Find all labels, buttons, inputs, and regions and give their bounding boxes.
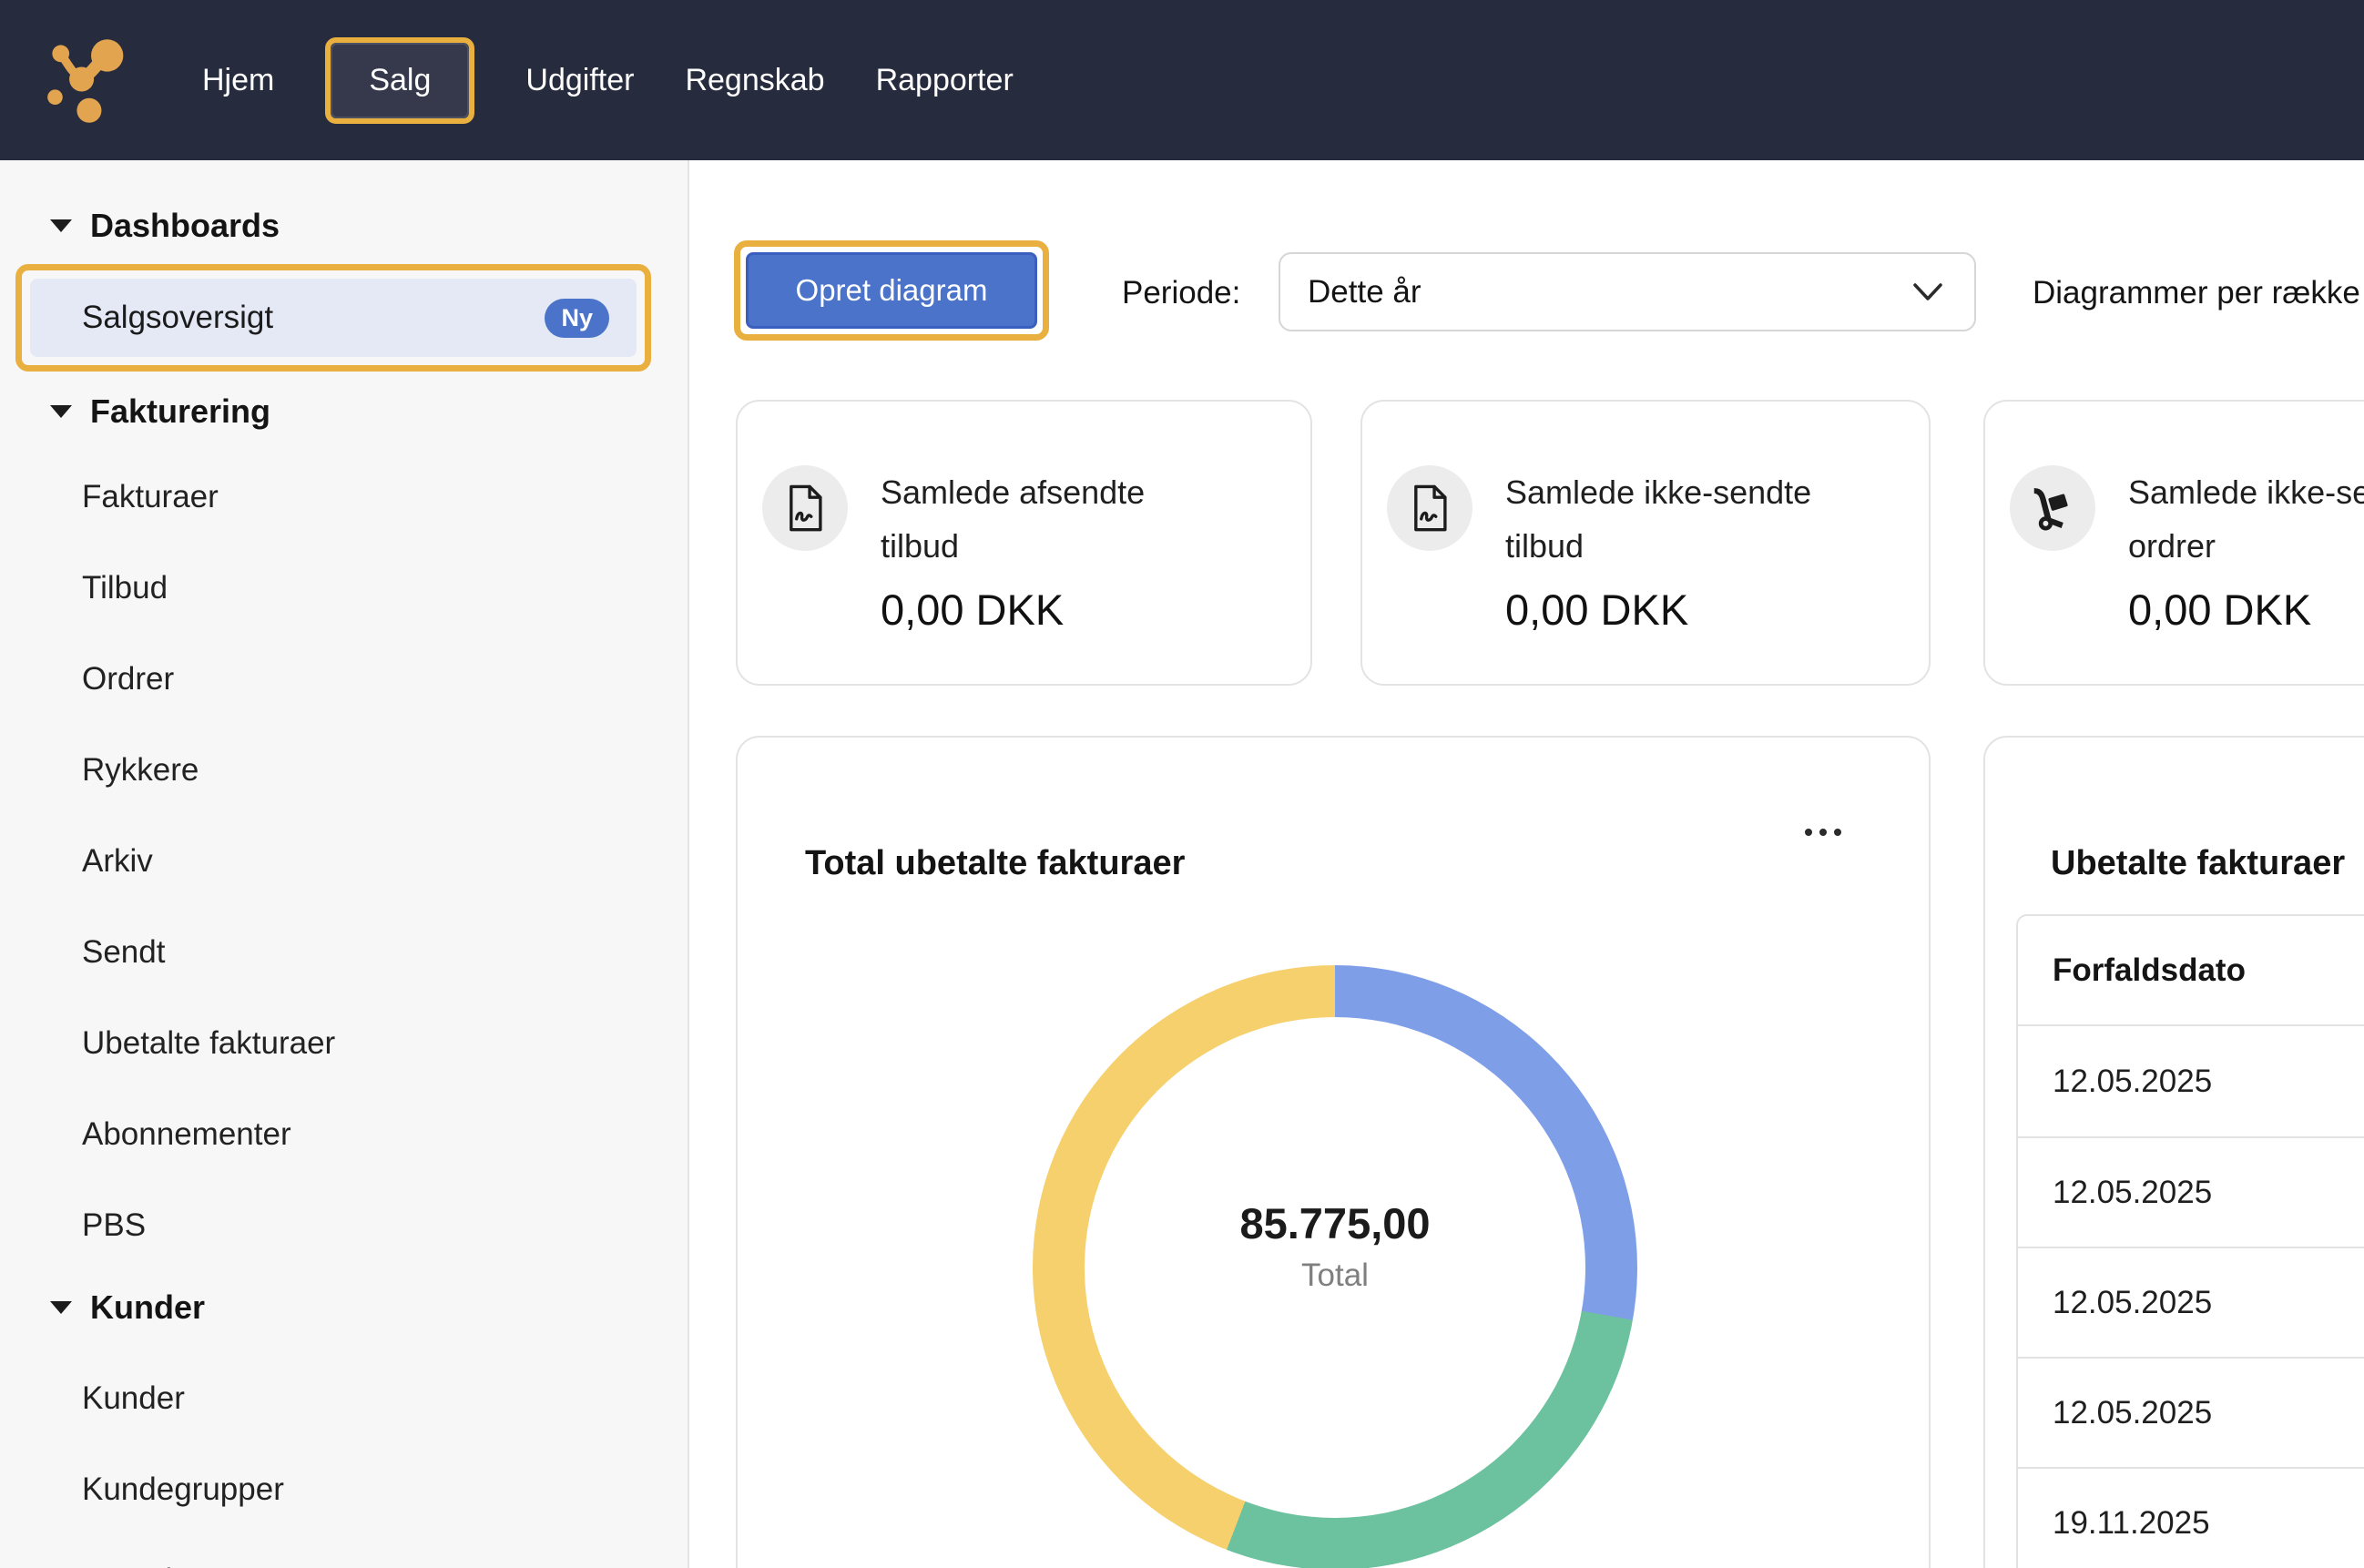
sidebar-section-fakturering[interactable]: Fakturering [0, 384, 688, 439]
nav-item-salg[interactable]: Salg [331, 43, 469, 118]
nav-item-udgifter[interactable]: Udgifter [525, 63, 634, 98]
salg-highlight-box: Salg [325, 37, 474, 124]
caret-down-icon [50, 1301, 72, 1314]
stat-card-sent-quotes: Samlede afsendte tilbud 0,00 DKK [736, 400, 1312, 686]
table-row[interactable]: 12.05.2025 [2018, 1357, 2364, 1467]
sidebar-item-abonnementer[interactable]: Abonnementer [0, 1089, 688, 1180]
period-select-value: Dette år [1308, 274, 1421, 311]
sidebar: Dashboards Salgsoversigt Ny Fakturering … [0, 160, 689, 1568]
table-row[interactable]: 12.05.2025 [2018, 1026, 2364, 1136]
kunder-list: Kunder Kundegrupper Kontaktpersoner [0, 1353, 688, 1568]
stat-label: Samlede afsendte tilbud [881, 465, 1199, 573]
unpaid-invoices-table-card: Ubetalte fakturaer Forfaldsdato 12.05.20… [1983, 736, 2364, 1568]
donut-total-value: 85.775,00 [1033, 1198, 1637, 1248]
stat-label: Samlede ikke-sendte tilbud [1505, 465, 1824, 573]
unpaid-invoices-chart-card: Total ubetalte fakturaer 85.775,00 Total [736, 736, 1931, 1568]
stat-card-unsent-orders: Samlede ikke-sendte ordrer 0,00 DKK [1983, 400, 2364, 686]
stat-value: 0,00 DKK [881, 585, 1199, 635]
period-select[interactable]: Dette år [1279, 252, 1976, 331]
brand-logo-icon[interactable] [44, 35, 138, 126]
table-row[interactable]: 12.05.2025 [2018, 1247, 2364, 1357]
nav-item-hjem[interactable]: Hjem [202, 63, 274, 98]
section-header-label: Dashboards [90, 207, 280, 245]
nav-item-rapporter[interactable]: Rapporter [876, 63, 1014, 98]
main-nav: Hjem Salg Udgifter Regnskab Rapporter [202, 37, 1014, 124]
top-nav: Hjem Salg Udgifter Regnskab Rapporter [0, 0, 2364, 160]
stat-label: Samlede ikke-sendte ordrer [2128, 465, 2364, 573]
donut-total-label: Total [1033, 1257, 1637, 1294]
create-chart-highlight-box: Opret diagram [734, 240, 1049, 341]
column-header-forfaldsdato: Forfaldsdato [2018, 916, 2364, 1026]
section-header-label: Kunder [90, 1288, 205, 1327]
sidebar-item-arkiv[interactable]: Arkiv [0, 816, 688, 907]
sidebar-section-kunder[interactable]: Kunder [0, 1280, 688, 1335]
charts-per-row-label: Diagrammer per række [2033, 275, 2360, 311]
unpaid-invoices-table: Forfaldsdato 12.05.2025 12.05.2025 12.05… [2016, 914, 2364, 1568]
create-chart-button[interactable]: Opret diagram [746, 252, 1037, 329]
nav-item-regnskab[interactable]: Regnskab [685, 63, 824, 98]
sidebar-item-fakturaer[interactable]: Fakturaer [0, 452, 688, 543]
period-label: Periode: [1122, 275, 1240, 311]
icon-circle [1387, 465, 1472, 551]
ellipsis-menu-icon[interactable] [1805, 829, 1841, 836]
stat-text: Samlede ikke-sendte tilbud 0,00 DKK [1505, 465, 1824, 684]
section-header-label: Fakturering [90, 392, 270, 431]
sidebar-item-pbs[interactable]: PBS [0, 1180, 688, 1271]
stat-value: 0,00 DKK [2128, 585, 2364, 635]
sidebar-item-kunder[interactable]: Kunder [0, 1353, 688, 1444]
salgsoversigt-highlight-box: Salgsoversigt Ny [15, 264, 651, 372]
sidebar-item-ubetalte-fakturaer[interactable]: Ubetalte fakturaer [0, 998, 688, 1089]
table-row[interactable]: 12.05.2025 [2018, 1136, 2364, 1247]
sidebar-item-rykkere[interactable]: Rykkere [0, 725, 688, 816]
sidebar-item-sendt[interactable]: Sendt [0, 907, 688, 998]
icon-circle [762, 465, 848, 551]
sidebar-item-ordrer[interactable]: Ordrer [0, 634, 688, 725]
sidebar-item-kundegrupper[interactable]: Kundegrupper [0, 1444, 688, 1535]
hand-truck-icon [2028, 484, 2077, 533]
sidebar-item-label: Salgsoversigt [82, 300, 273, 336]
main-content: Opret diagram Periode: Dette år Diagramm… [689, 160, 2364, 1568]
caret-down-icon [50, 219, 72, 232]
chart-card-title: Total ubetalte fakturaer [805, 844, 1185, 883]
caret-down-icon [50, 405, 72, 418]
chevron-down-icon [1912, 282, 1943, 302]
table-card-title: Ubetalte fakturaer [2051, 844, 2345, 883]
sidebar-item-kontaktpersoner[interactable]: Kontaktpersoner [0, 1535, 688, 1568]
stat-card-unsent-quotes: Samlede ikke-sendte tilbud 0,00 DKK [1360, 400, 1931, 686]
file-signature-icon [1405, 482, 1454, 535]
fakturering-list: Fakturaer Tilbud Ordrer Rykkere Arkiv Se… [0, 452, 688, 1271]
stat-text: Samlede ikke-sendte ordrer 0,00 DKK [2128, 465, 2364, 684]
new-badge: Ny [545, 299, 609, 338]
stat-text: Samlede afsendte tilbud 0,00 DKK [881, 465, 1199, 684]
sidebar-item-salgsoversigt[interactable]: Salgsoversigt Ny [30, 279, 637, 357]
file-signature-icon [780, 482, 830, 535]
sidebar-section-dashboards[interactable]: Dashboards [0, 199, 688, 253]
table-row[interactable]: 19.11.2025 [2018, 1467, 2364, 1568]
stat-value: 0,00 DKK [1505, 585, 1824, 635]
icon-circle [2010, 465, 2095, 551]
sidebar-item-tilbud[interactable]: Tilbud [0, 543, 688, 634]
